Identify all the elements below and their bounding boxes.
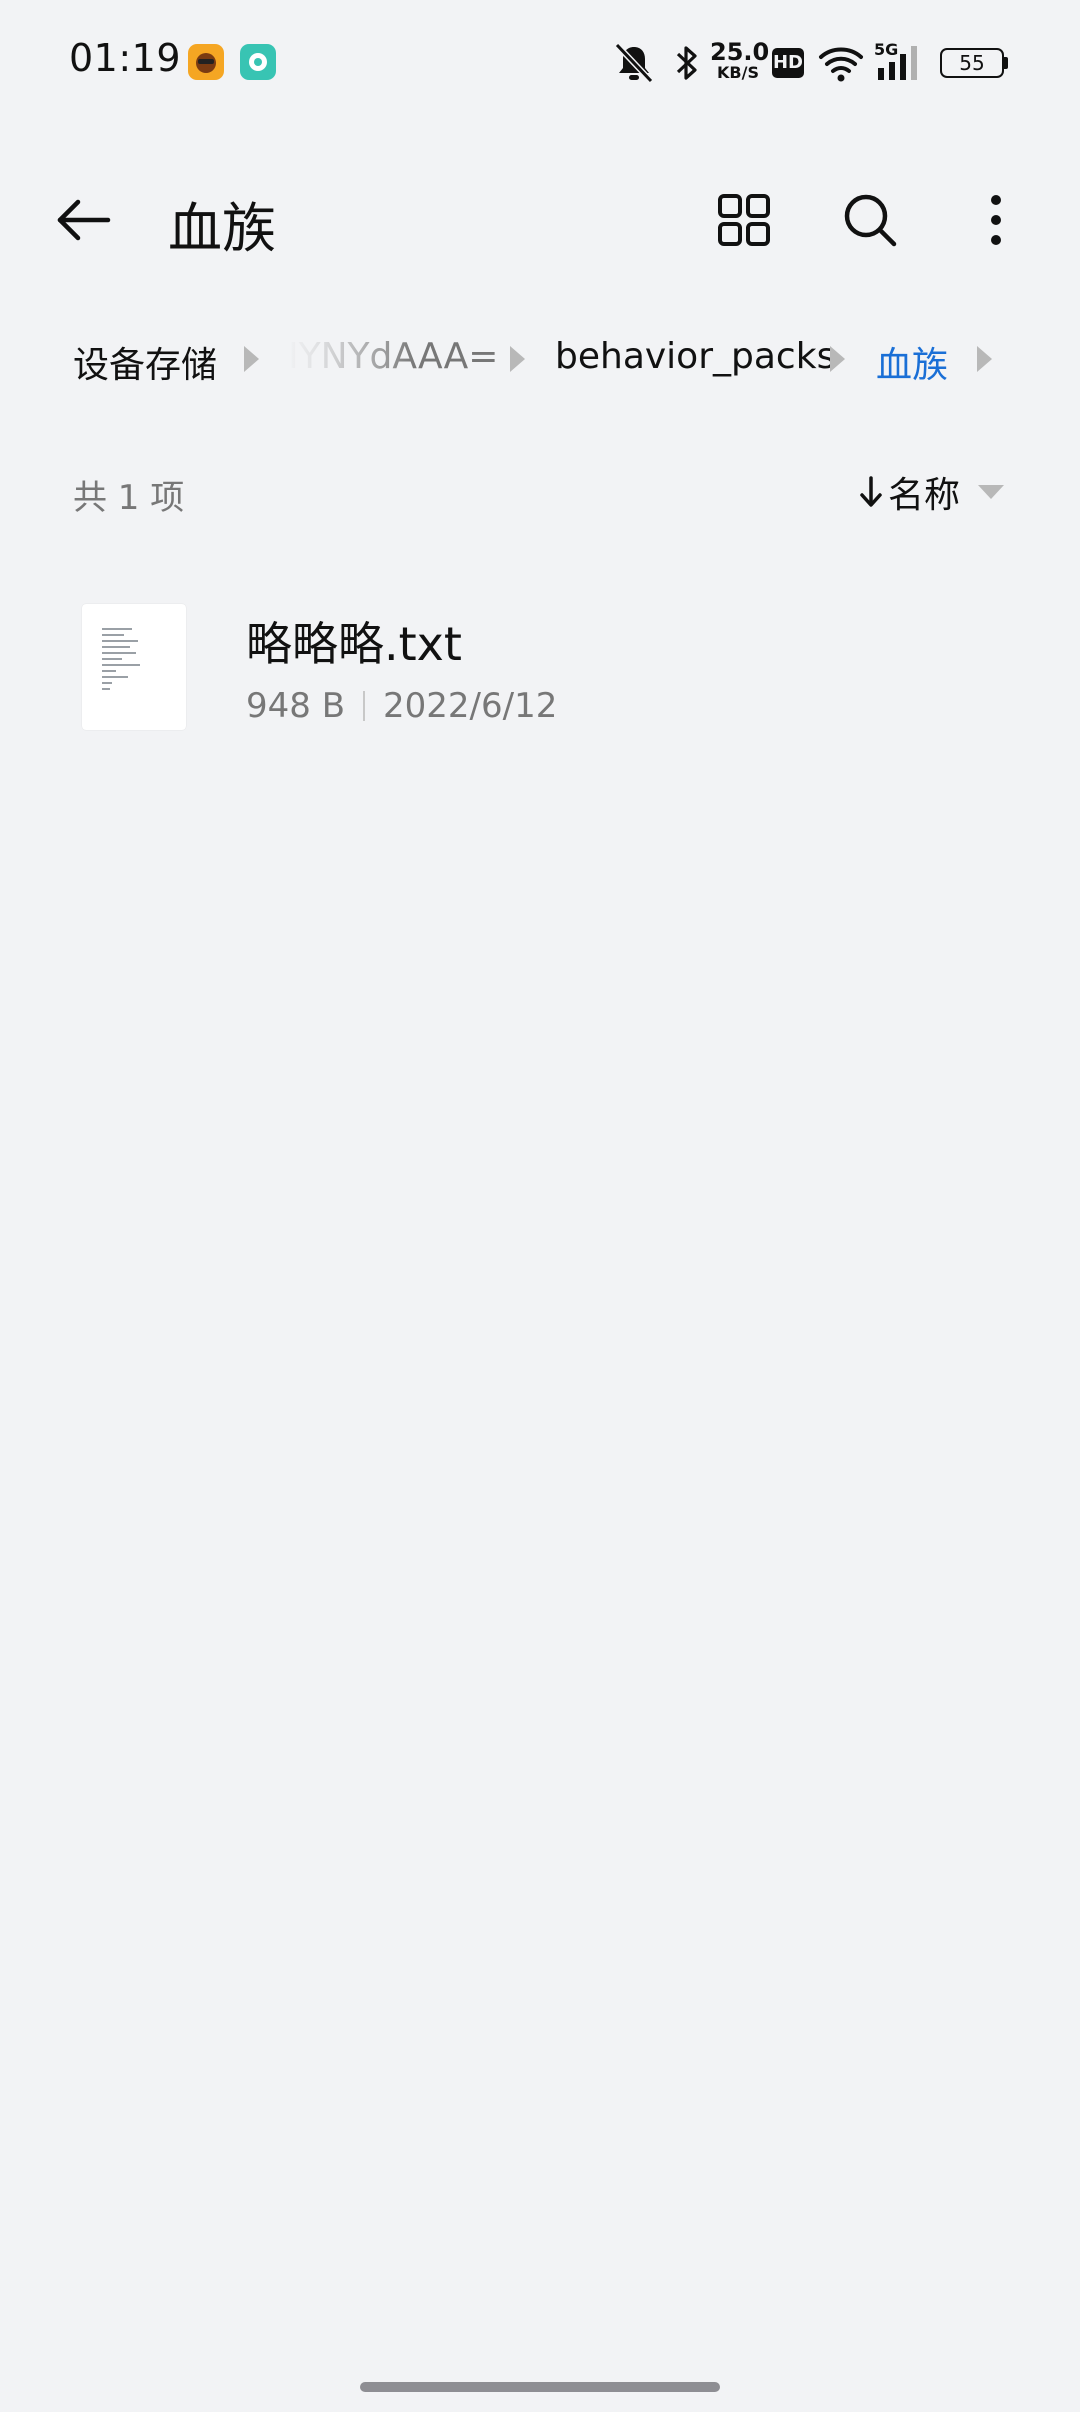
hd-badge: HD <box>772 48 804 78</box>
search-button[interactable] <box>830 180 910 260</box>
file-size: 948 B <box>246 686 346 726</box>
grid-view-icon <box>718 194 770 246</box>
sort-dropdown-caret-icon <box>978 485 1004 499</box>
sort-button[interactable]: 名称 <box>858 462 1004 522</box>
file-thumbnail <box>82 604 186 730</box>
meta-divider <box>363 691 366 721</box>
breadcrumb-item-device-storage[interactable]: 设备存储 <box>73 336 217 388</box>
home-indicator[interactable] <box>360 2382 720 2392</box>
file-meta: 948 B 2022/6/12 <box>246 686 557 726</box>
search-icon <box>844 194 897 247</box>
breadcrumb-separator-icon <box>830 346 845 372</box>
file-manager-screen: 01:19 25.0 KB/S HD 5G 55 血族 设备存储 behavio… <box>0 0 1080 2412</box>
breadcrumb-separator-icon <box>244 346 259 372</box>
breadcrumb-item-behavior-packs[interactable]: behavior_packs <box>555 336 835 377</box>
breadcrumb: 设备存储 IYNYdAAA= behavior_packs 血族 <box>0 326 1080 396</box>
top-app-bar: 血族 <box>0 170 1080 266</box>
back-arrow-icon <box>57 199 111 241</box>
back-button[interactable] <box>44 180 124 260</box>
breadcrumb-item-current[interactable]: 血族 <box>876 336 948 388</box>
hd-label: HD <box>772 52 803 73</box>
breadcrumb-separator-icon <box>977 346 992 372</box>
more-vertical-icon <box>991 195 1001 245</box>
sort-down-arrow-icon <box>860 476 882 507</box>
page-title: 血族 <box>168 197 276 260</box>
grid-view-button[interactable] <box>704 180 784 260</box>
net-speed-value: 25.0 <box>710 38 770 66</box>
sort-label: 名称 <box>887 475 960 516</box>
notification-app-icon <box>188 44 224 80</box>
status-bar: 01:19 25.0 KB/S HD 5G 55 <box>0 0 1080 124</box>
file-name: 略略略.txt <box>246 617 462 671</box>
mute-bell-icon <box>610 40 658 86</box>
wifi-icon <box>818 40 864 86</box>
net-speed-unit: KB/S <box>717 63 759 82</box>
bluetooth-icon <box>672 40 702 86</box>
breadcrumb-fade <box>286 326 416 396</box>
file-list-item[interactable]: 略略略.txt 948 B 2022/6/12 <box>0 590 1080 740</box>
more-options-button[interactable] <box>956 180 1036 260</box>
status-time: 01:19 <box>69 36 182 80</box>
battery-icon: 55 <box>940 48 1010 78</box>
notification-app-icon <box>240 44 276 80</box>
battery-level: 55 <box>959 51 985 75</box>
cell-signal-icon: 5G <box>874 40 926 86</box>
net-speed: 25.0 KB/S <box>710 38 770 86</box>
list-header: 共 1 项 名称 <box>0 462 1080 522</box>
item-count: 共 1 项 <box>73 478 185 518</box>
breadcrumb-separator-icon <box>510 346 525 372</box>
file-date: 2022/6/12 <box>383 686 558 726</box>
